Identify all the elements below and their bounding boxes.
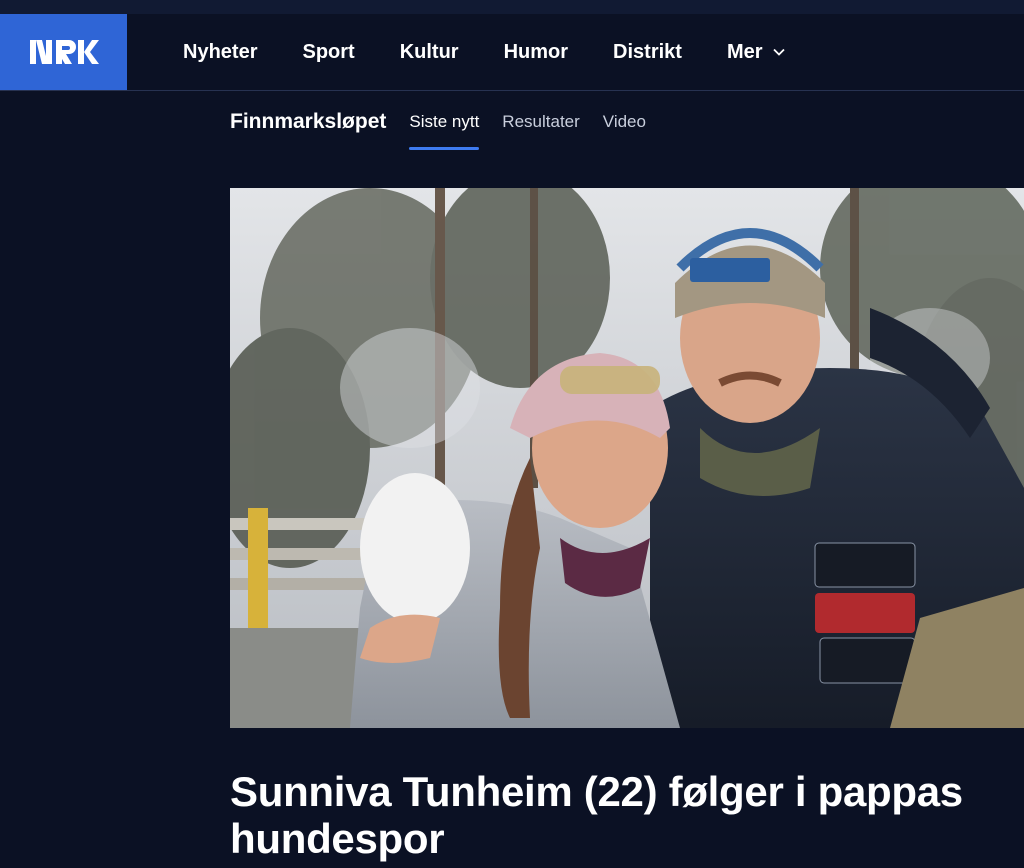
chevron-down-icon: [772, 48, 785, 56]
tab-video[interactable]: Video: [603, 92, 646, 152]
browser-top-strip: [0, 0, 1024, 14]
photo-illustration: [230, 188, 1024, 728]
article-hero-image[interactable]: [230, 188, 1024, 728]
nav-label: Distrikt: [613, 40, 682, 63]
nav-kultur[interactable]: Kultur: [400, 41, 459, 64]
nrk-logo[interactable]: [0, 14, 127, 90]
section-subnav: Finnmarksløpet Siste nytt Resultater Vid…: [230, 92, 669, 152]
tab-label: Video: [602, 112, 646, 131]
tab-resultater[interactable]: Resultater: [502, 92, 579, 152]
nav-nyheter[interactable]: Nyheter: [183, 41, 257, 64]
nav-label: Sport: [302, 40, 355, 63]
tab-label: Siste nytt: [409, 112, 480, 131]
nav-label: Nyheter: [183, 40, 258, 63]
site-header: Nyheter Sport Kultur Humor Distrikt Mer: [0, 14, 1024, 91]
nrk-logo-icon: [29, 40, 99, 64]
article-headline[interactable]: Sunniva Tunheim (22) følger i pappas hun…: [230, 768, 1010, 862]
main-navigation: Nyheter Sport Kultur Humor Distrikt Mer: [183, 14, 830, 90]
nav-humor[interactable]: Humor: [504, 41, 568, 64]
nav-label: Mer: [726, 40, 763, 63]
section-title[interactable]: Finnmarksløpet: [230, 110, 386, 134]
tab-label: Resultater: [502, 112, 580, 131]
nav-sport[interactable]: Sport: [302, 41, 354, 64]
nav-mer[interactable]: Mer: [727, 41, 785, 64]
tab-siste-nytt[interactable]: Siste nytt: [409, 92, 479, 152]
nav-distrikt[interactable]: Distrikt: [613, 41, 682, 64]
nav-label: Humor: [503, 40, 569, 63]
nav-label: Kultur: [399, 40, 459, 63]
